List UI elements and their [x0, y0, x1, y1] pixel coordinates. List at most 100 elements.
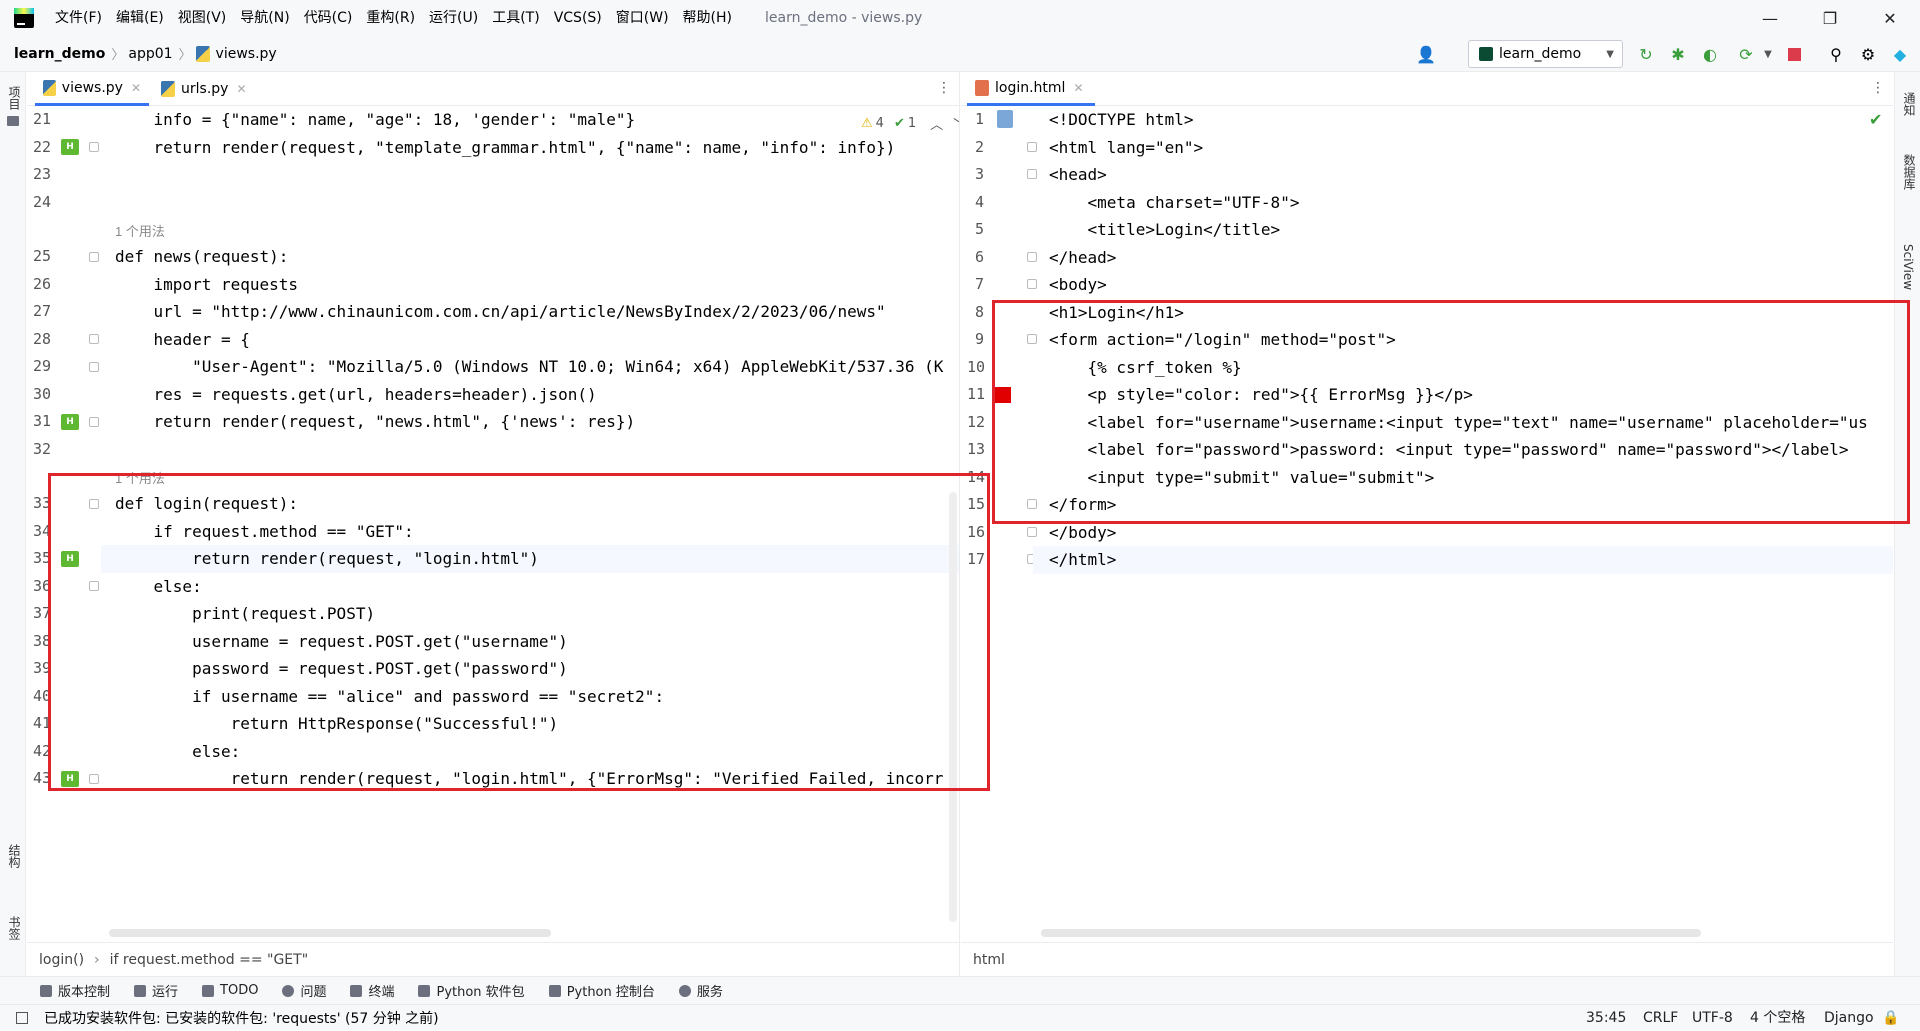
close-icon[interactable]: ✕: [1860, 0, 1920, 36]
navigate-to-template-icon[interactable]: H: [61, 139, 79, 155]
fold-marker-icon[interactable]: [89, 499, 99, 509]
fold-marker-icon[interactable]: [89, 774, 99, 784]
tool-problems[interactable]: 问题: [282, 981, 326, 1000]
chevron-up-icon[interactable]: ︿: [930, 114, 943, 133]
more-options-icon[interactable]: ⋮: [937, 80, 951, 96]
inspection-widget[interactable]: ⚠ 4 ✔ 1 ︿ ﹀: [861, 114, 959, 133]
menu-refactor[interactable]: 重构(R): [359, 0, 422, 36]
tool-services[interactable]: 服务: [678, 981, 723, 1000]
editor-tab-bar: views.py ✕ urls.py ✕ ⋮: [27, 72, 959, 106]
breadcrumb-project[interactable]: learn_demo: [0, 46, 107, 62]
status-bar: 已成功安装软件包: 已安装的软件包: 'requests' (57 分钟 之前)…: [0, 1004, 1920, 1030]
horizontal-scrollbar[interactable]: [109, 929, 551, 937]
vertical-scrollbar[interactable]: [949, 492, 957, 922]
menu-code[interactable]: 代码(C): [297, 0, 360, 36]
menu-run[interactable]: 运行(U): [422, 0, 485, 36]
line-separator[interactable]: CRLF: [1643, 1005, 1678, 1031]
close-icon[interactable]: ✕: [131, 81, 141, 95]
breadcrumb-statement[interactable]: if request.method == "GET": [110, 952, 309, 968]
more-options-icon[interactable]: ⋮: [1871, 80, 1885, 96]
line-number: 38: [33, 631, 52, 650]
user-icon[interactable]: 👤: [1416, 44, 1436, 64]
python-interpreter[interactable]: Django: [1824, 1005, 1874, 1031]
line-number: 7: [975, 275, 985, 293]
editor-login-html: login.html ✕ ⋮ 1 2 3 4 5 6 7 8 9 10 11 1…: [961, 72, 1893, 976]
usage-hint[interactable]: 1 个用法: [115, 468, 165, 487]
code-area[interactable]: <!DOCTYPE html> <html lang="en"> <head> …: [1033, 106, 1893, 942]
tool-python-packages[interactable]: Python 软件包: [418, 981, 525, 1000]
rerun-icon[interactable]: ↻: [1636, 44, 1656, 64]
line-number: 42: [33, 741, 52, 760]
coverage-icon[interactable]: ◐: [1700, 44, 1720, 64]
stop-icon[interactable]: [1784, 44, 1804, 64]
fold-marker-icon[interactable]: [89, 252, 99, 262]
line-number: 36: [33, 576, 52, 595]
database-tool-button[interactable]: 数据库: [1901, 154, 1918, 190]
fold-marker-icon[interactable]: [89, 142, 99, 152]
code-breadcrumbs: html: [961, 942, 1893, 976]
check-icon[interactable]: ✔: [1869, 110, 1882, 129]
navigate-to-template-icon[interactable]: H: [61, 414, 79, 430]
menu-help[interactable]: 帮助(H): [676, 0, 739, 36]
close-icon[interactable]: ✕: [236, 82, 246, 96]
minimize-icon[interactable]: —: [1740, 0, 1800, 36]
tab-urls-py[interactable]: urls.py ✕: [153, 72, 263, 106]
gear-icon[interactable]: ⚙: [1858, 44, 1878, 64]
status-message[interactable]: 已成功安装软件包: 已安装的软件包: 'requests' (57 分钟 之前): [44, 1008, 439, 1028]
tool-run[interactable]: 运行: [134, 981, 178, 1000]
python-file-icon[interactable]: [997, 110, 1013, 128]
fold-marker-icon[interactable]: [89, 417, 99, 427]
caret-position[interactable]: 35:45: [1586, 1005, 1626, 1031]
jetbrains-toolbox-icon[interactable]: ◆: [1890, 44, 1910, 64]
profile-icon[interactable]: ⟳: [1736, 44, 1756, 64]
breadcrumb-function[interactable]: login(): [39, 952, 84, 968]
sciview-tool-button[interactable]: SciView: [1901, 244, 1915, 290]
breakpoint-icon[interactable]: [995, 387, 1011, 403]
menu-file[interactable]: 文件(F): [48, 0, 109, 36]
django-icon: [1479, 47, 1493, 61]
fold-marker-icon[interactable]: [89, 581, 99, 591]
toggle-tool-windows-icon[interactable]: [16, 1011, 28, 1024]
usage-hint[interactable]: 1 个用法: [115, 221, 165, 240]
breadcrumb-tag[interactable]: html: [973, 952, 1005, 968]
structure-tool-button[interactable]: 结构: [6, 844, 23, 868]
close-icon[interactable]: ✕: [1073, 81, 1083, 95]
menu-vcs[interactable]: VCS(S): [547, 0, 609, 36]
tool-version-control[interactable]: 版本控制: [40, 981, 110, 1000]
breadcrumb-folder[interactable]: app01: [128, 46, 174, 62]
search-icon[interactable]: ⚲: [1826, 44, 1846, 64]
tab-views-py[interactable]: views.py ✕: [35, 72, 149, 106]
chevron-down-icon[interactable]: ﹀: [953, 114, 959, 133]
code-line-41: return HttpResponse("Successful!"): [115, 714, 559, 733]
horizontal-scrollbar[interactable]: [1041, 929, 1701, 937]
lock-icon[interactable]: 🔒: [1882, 1005, 1899, 1031]
menu-edit[interactable]: 编辑(E): [109, 0, 171, 36]
restore-icon[interactable]: ❐: [1800, 0, 1860, 36]
navigate-to-template-icon[interactable]: H: [61, 771, 79, 787]
file-encoding[interactable]: UTF-8: [1692, 1005, 1733, 1031]
menu-view[interactable]: 视图(V): [171, 0, 234, 36]
debug-icon[interactable]: ✱: [1668, 44, 1688, 64]
code-line-35: return render(request, "login.html"): [115, 549, 539, 568]
code-line-25: def news(request):: [115, 247, 289, 266]
breadcrumb-file[interactable]: views.py: [216, 46, 279, 62]
line-number: 9: [975, 330, 985, 348]
menu-window[interactable]: 窗口(W): [609, 0, 676, 36]
menu-navigate[interactable]: 导航(N): [233, 0, 296, 36]
tool-todo[interactable]: TODO: [202, 983, 258, 998]
run-configuration-select[interactable]: learn_demo ▼: [1468, 40, 1623, 68]
navigate-to-template-icon[interactable]: H: [61, 551, 79, 567]
tool-terminal[interactable]: 终端: [350, 981, 394, 1000]
notifications-tool-button[interactable]: 通知: [1901, 92, 1918, 116]
bookmarks-tool-button[interactable]: 书签: [6, 916, 23, 940]
code-area[interactable]: info = {"name": name, "age": 18, 'gender…: [101, 106, 959, 942]
fold-marker-icon[interactable]: [89, 334, 99, 344]
menu-tools[interactable]: 工具(T): [485, 0, 546, 36]
tool-python-console[interactable]: Python 控制台: [548, 981, 655, 1000]
indent-setting[interactable]: 4 个空格: [1750, 1005, 1805, 1031]
chevron-down-icon[interactable]: ▼: [1758, 44, 1778, 64]
tab-login-html[interactable]: login.html ✕: [967, 72, 1095, 106]
fold-marker-icon[interactable]: [89, 362, 99, 372]
project-tool-button[interactable]: 项目: [6, 86, 23, 110]
line-number: 11: [967, 385, 986, 403]
